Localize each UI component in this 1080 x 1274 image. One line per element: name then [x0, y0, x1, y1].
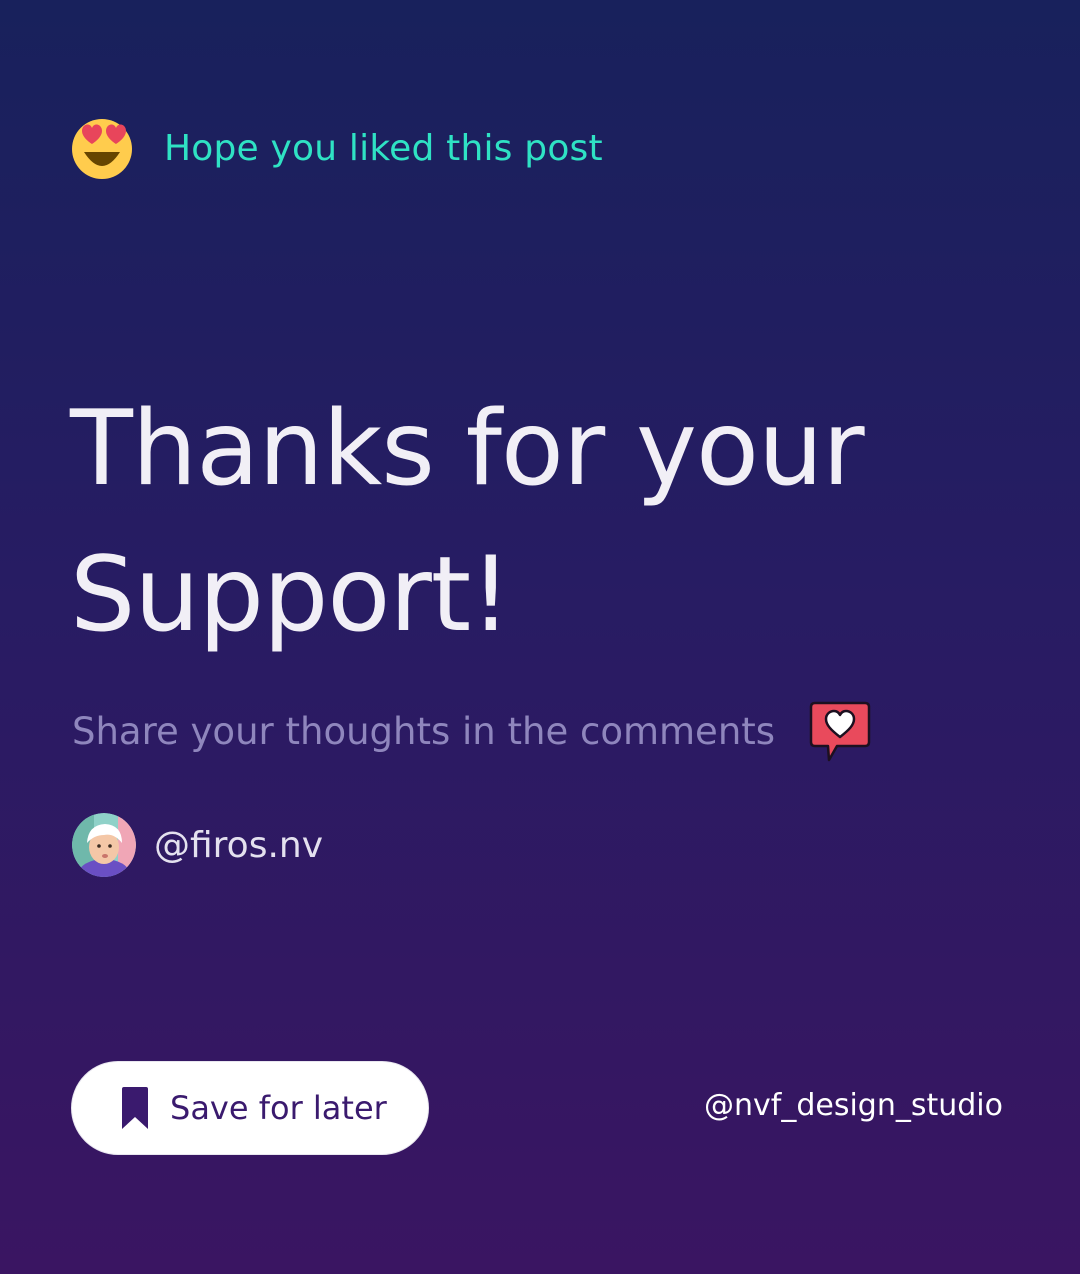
- post-card: Hope you liked this post Thanks for your…: [0, 0, 1080, 1274]
- author-handle[interactable]: @firos.nv: [154, 825, 323, 866]
- headline-line-1: Thanks for your: [70, 389, 865, 509]
- greeting-row: Hope you liked this post: [70, 116, 603, 180]
- comment-prompt: Share your thoughts in the comments: [72, 700, 871, 762]
- studio-handle: @nvf_design_studio: [704, 1088, 1003, 1123]
- avatar[interactable]: [72, 813, 136, 877]
- save-for-later-button[interactable]: Save for later: [71, 1061, 429, 1155]
- headline-line-2: Support!: [70, 535, 511, 655]
- bookmark-icon: [122, 1087, 148, 1129]
- headline: Thanks for your Support!: [70, 376, 970, 668]
- save-for-later-label: Save for later: [170, 1089, 387, 1127]
- heart-eyes-emoji-icon: [72, 119, 132, 179]
- heart-speech-bubble-icon: [809, 701, 871, 762]
- comment-prompt-text: Share your thoughts in the comments: [72, 709, 776, 753]
- greeting-text: Hope you liked this post: [164, 127, 603, 169]
- author-row: @firos.nv: [72, 813, 323, 877]
